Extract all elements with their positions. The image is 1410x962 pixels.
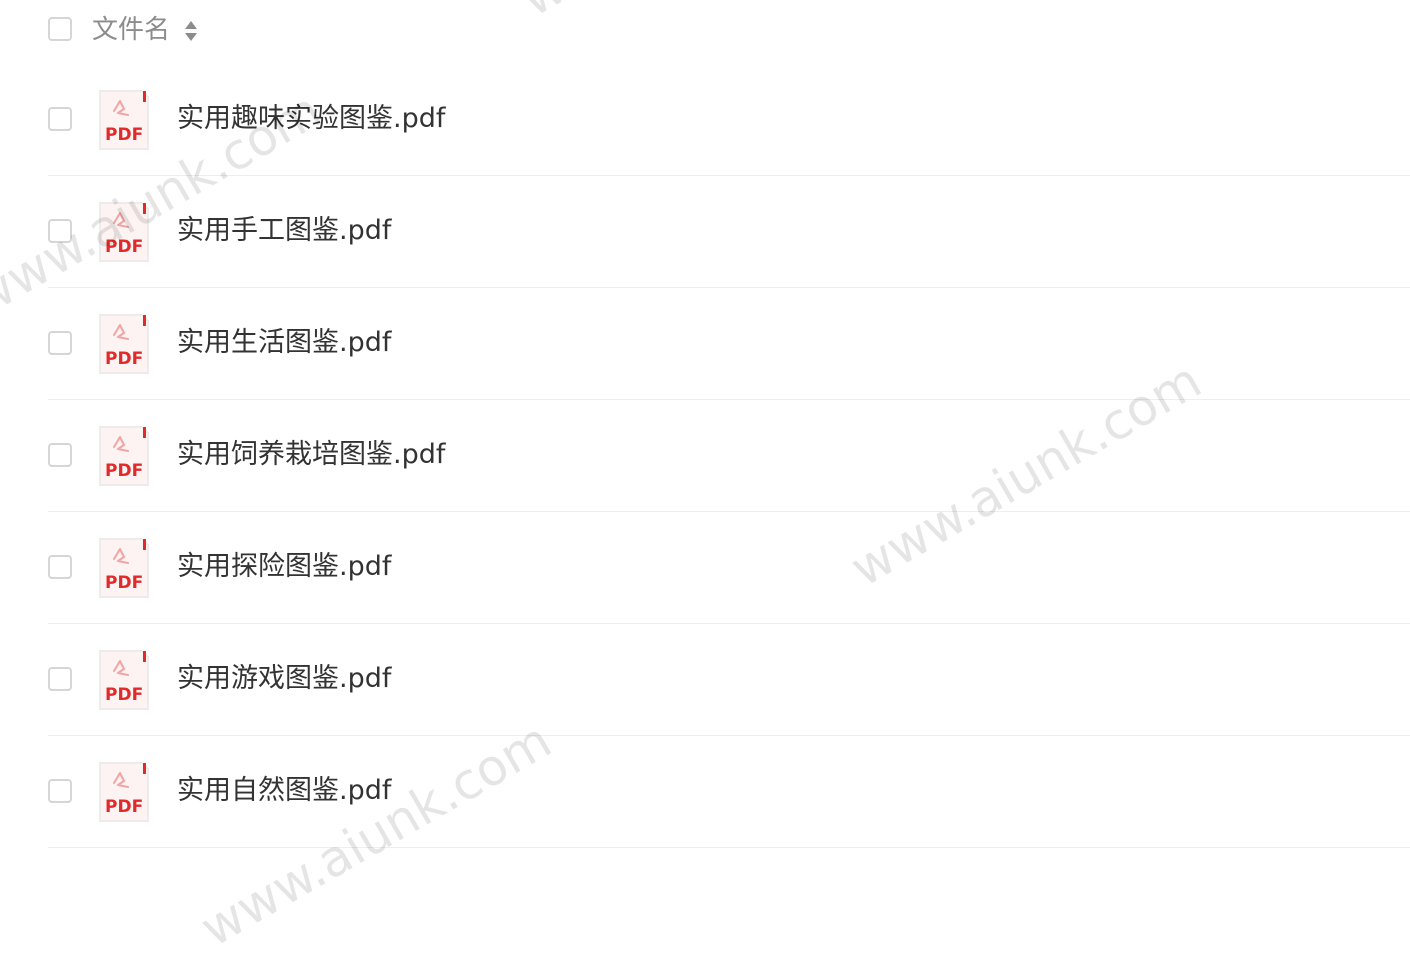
row-checkbox[interactable] [48,779,72,803]
svg-text:PDF: PDF [105,797,143,817]
file-list-header: 文件名 [0,0,1410,62]
pdf-icon: PDF [99,538,149,598]
pdf-icon: PDF [99,314,149,374]
pdf-icon: PDF [99,90,149,150]
file-list: PDF 实用趣味实验图鉴.pdf PDF 实用手工图鉴.pdf PDF 实用生活… [0,64,1410,848]
file-row[interactable]: PDF 实用饲养栽培图鉴.pdf [48,400,1410,512]
row-checkbox[interactable] [48,107,72,131]
file-row[interactable]: PDF 实用游戏图鉴.pdf [48,624,1410,736]
svg-text:PDF: PDF [105,573,143,593]
file-row[interactable]: PDF 实用自然图鉴.pdf [48,736,1410,848]
pdf-icon: PDF [99,202,149,262]
pdf-icon: PDF [99,650,149,710]
file-name[interactable]: 实用探险图鉴.pdf [177,549,391,585]
row-checkbox[interactable] [48,443,72,467]
file-name[interactable]: 实用饲养栽培图鉴.pdf [177,437,445,473]
file-row[interactable]: PDF 实用趣味实验图鉴.pdf [48,64,1410,176]
file-name[interactable]: 实用趣味实验图鉴.pdf [177,101,445,137]
pdf-icon: PDF [99,426,149,486]
select-all-checkbox[interactable] [48,17,72,41]
pdf-icon: PDF [99,762,149,822]
svg-text:PDF: PDF [105,237,143,257]
svg-text:PDF: PDF [105,461,143,481]
file-name[interactable]: 实用手工图鉴.pdf [177,213,391,249]
row-checkbox[interactable] [48,667,72,691]
file-name[interactable]: 实用自然图鉴.pdf [177,773,391,809]
row-checkbox[interactable] [48,555,72,579]
filename-column-header[interactable]: 文件名 [92,14,170,46]
sort-icon[interactable] [184,19,198,43]
file-name[interactable]: 实用生活图鉴.pdf [177,325,391,361]
svg-text:PDF: PDF [105,125,143,145]
svg-text:PDF: PDF [105,349,143,369]
row-checkbox[interactable] [48,219,72,243]
file-row[interactable]: PDF 实用手工图鉴.pdf [48,176,1410,288]
file-row[interactable]: PDF 实用探险图鉴.pdf [48,512,1410,624]
file-row[interactable]: PDF 实用生活图鉴.pdf [48,288,1410,400]
row-checkbox[interactable] [48,331,72,355]
file-name[interactable]: 实用游戏图鉴.pdf [177,661,391,697]
svg-text:PDF: PDF [105,685,143,705]
